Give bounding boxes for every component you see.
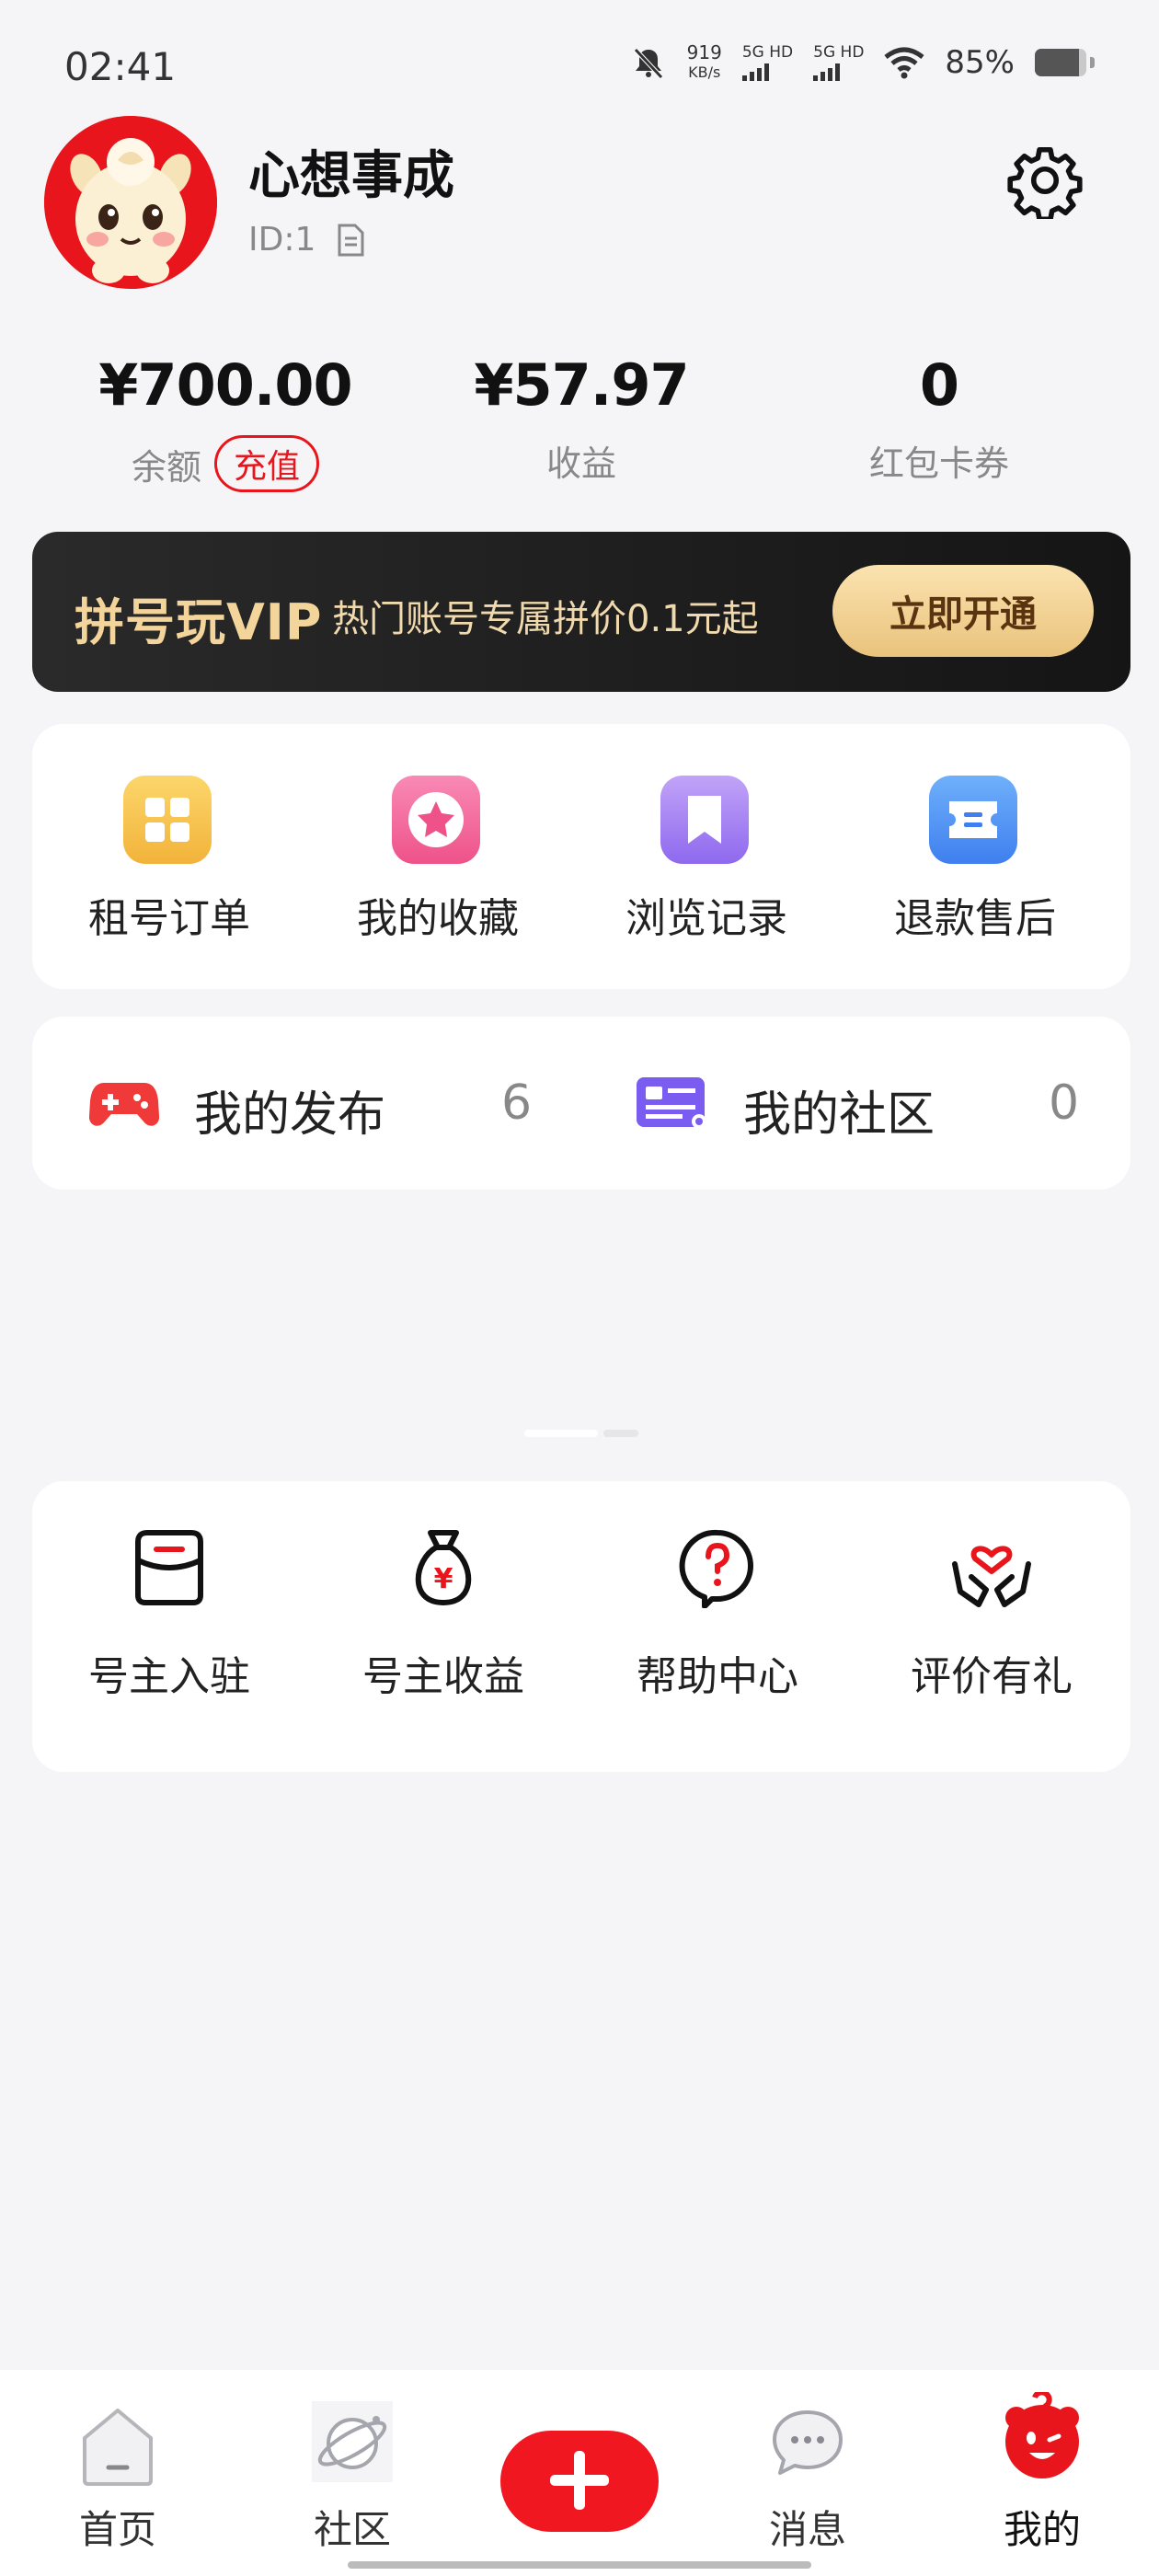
my-publish[interactable]: 我的发布 6 [32,1017,581,1190]
plus-icon [550,2450,609,2510]
vip-banner[interactable]: 拼号玩VIP 热门账号专属拼价0.1元起 立即开通 [32,532,1130,692]
svg-text:¥: ¥ [434,1563,453,1595]
service-review-gift[interactable]: 评价有礼 [855,1481,1129,1772]
stat-earnings[interactable]: ¥57.97 收益 [443,351,719,486]
menu-history[interactable]: 浏览记录 [569,724,843,989]
nav-community[interactable]: 社区 [260,2370,444,2576]
heart-hands-icon [952,1546,1031,1607]
balance-label: 余额 [131,446,201,488]
recharge-button[interactable]: 充值 [214,435,320,492]
menu-refund[interactable]: 退款售后 [838,724,1112,989]
signal-icon [813,63,864,81]
chat-icon [773,2410,843,2475]
stat-coupons[interactable]: 0 红包卡券 [801,351,1077,486]
vip-open-button[interactable]: 立即开通 [832,565,1094,657]
coupons-value: 0 [919,351,959,419]
publish-card: 我的发布 6 我的社区 0 [32,1017,1130,1190]
sim2-signal: 5G HD [813,44,864,81]
grid-icon [123,776,212,864]
nav-label: 社区 [313,2507,391,2552]
wifi-icon [884,47,924,79]
cartoon-horse-avatar [44,116,217,289]
bookmark-icon [660,776,749,864]
avatar[interactable] [44,116,217,289]
page-dot [603,1430,638,1437]
menu-label: 浏览记录 [625,895,787,942]
bell-muted-icon [633,48,663,79]
planet-icon [312,2401,393,2482]
service-label: 号主入驻 [88,1653,250,1700]
page-dot-active [524,1430,598,1437]
menu-favorites[interactable]: 我的收藏 [301,724,575,989]
home-icon [83,2409,153,2486]
services-card: 号主入驻 ¥ 号主收益 帮助中心 评价有礼 [32,1481,1130,1772]
mascot-icon [1005,2392,1079,2478]
sim1-signal: 5G HD [741,43,794,81]
my-community-count: 0 [1049,1075,1080,1131]
nav-messages[interactable]: 消息 [716,2370,900,2576]
network-speed: 919 KB/s [687,42,722,83]
status-time: 02:41 [64,44,177,89]
money-bag-icon: ¥ [415,1530,472,1605]
earnings-value: ¥57.97 [474,351,689,419]
stat-balance[interactable]: ¥700.00 余额 充值 [87,351,363,492]
service-label: 评价有礼 [911,1653,1073,1700]
user-id-text: ID:1 [248,221,316,259]
community-card-icon [637,1077,706,1129]
nav-home[interactable]: 首页 [26,2370,210,2576]
service-label: 号主收益 [362,1653,524,1700]
menu-label: 退款售后 [894,895,1056,942]
my-community[interactable]: 我的社区 0 [581,1017,1130,1190]
nav-profile[interactable]: 我的 [950,2370,1134,2576]
vip-description: 热门账号专属拼价0.1元起 [332,598,759,640]
battery-percent: 85% [945,44,1015,81]
vip-title: 拼号玩VIP [75,593,323,651]
balance-value: ¥700.00 [98,351,352,419]
coupons-label: 红包卡券 [868,443,1009,484]
menu-label: 我的收藏 [357,895,519,942]
copy-icon[interactable] [336,223,365,258]
my-publish-count: 6 [501,1075,533,1131]
signal-icon [741,63,793,81]
status-bar: 02:41 919 KB/s 5G HD 5G HD 85% [0,0,1159,129]
my-community-label: 我的社区 [743,1087,935,1143]
battery-icon [1035,49,1086,76]
sim1-label: 5G HD [741,43,794,62]
my-publish-label: 我的发布 [194,1087,386,1143]
nav-label: 首页 [78,2507,156,2552]
sim2-label: 5G HD [813,43,865,62]
service-owner-earnings[interactable]: ¥ 号主收益 [306,1481,580,1772]
menu-label: 租号订单 [88,895,250,942]
home-indicator[interactable] [348,2561,811,2569]
net-speed-unit: KB/s [688,63,721,81]
quick-menu-card: 租号订单 我的收藏 浏览记录 退款售后 [32,724,1130,989]
service-label: 帮助中心 [637,1653,798,1700]
gamepad-icon [89,1083,159,1126]
settings-button[interactable] [1006,142,1084,223]
help-icon [679,1529,753,1608]
ticket-icon [929,776,1017,864]
gear-icon [1007,146,1083,223]
bottom-nav: 首页 社区 消息 我的 [0,2370,1159,2576]
store-icon [135,1530,203,1605]
page-indicator [524,1430,638,1437]
nav-label: 消息 [768,2507,846,2552]
status-icons: 919 KB/s 5G HD 5G HD 85% [630,42,1095,83]
service-help-center[interactable]: 帮助中心 [580,1481,855,1772]
net-speed-value: 919 [686,41,722,63]
service-owner-join[interactable]: 号主入驻 [32,1481,306,1772]
nav-label: 我的 [1003,2507,1081,2552]
user-id: ID:1 [248,221,365,259]
menu-rental-orders[interactable]: 租号订单 [32,724,306,989]
star-icon [392,776,480,864]
username: 心想事成 [248,146,454,206]
battery-tip [1090,57,1095,68]
earnings-label: 收益 [545,443,616,484]
nav-add-button[interactable] [500,2431,659,2532]
